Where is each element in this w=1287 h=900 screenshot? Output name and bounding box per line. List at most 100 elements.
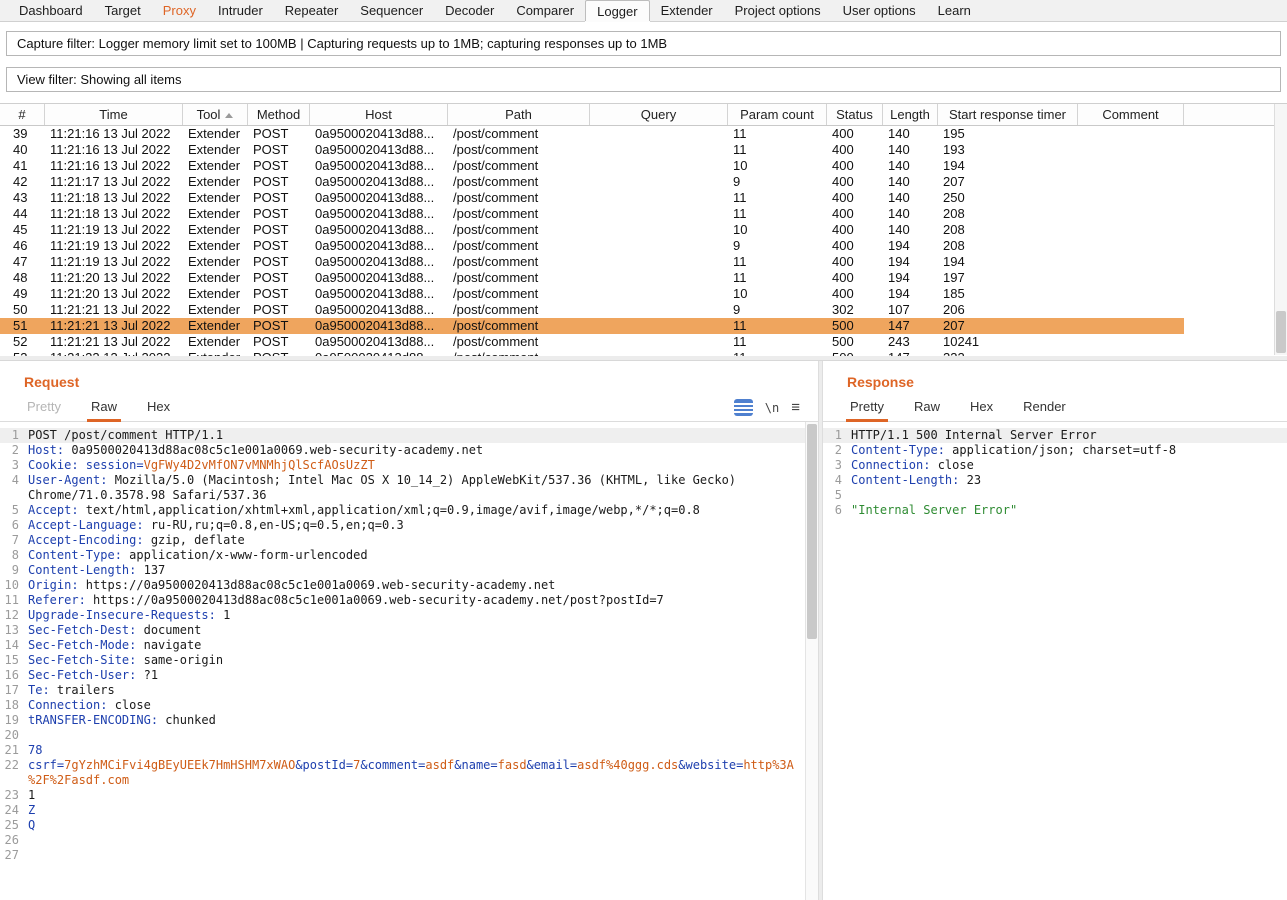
code-line: 3Connection: close bbox=[823, 458, 1287, 473]
response-tab-render[interactable]: Render bbox=[1008, 394, 1081, 421]
line-number: 6 bbox=[0, 518, 28, 533]
log-row-45[interactable]: 4511:21:19 13 Jul 2022ExtenderPOST0a9500… bbox=[0, 222, 1287, 238]
capture-filter-bar[interactable]: Capture filter: Logger memory limit set … bbox=[6, 31, 1281, 56]
request-tab-pretty[interactable]: Pretty bbox=[12, 394, 76, 421]
request-tab-raw[interactable]: Raw bbox=[76, 394, 132, 421]
menu-item-repeater[interactable]: Repeater bbox=[274, 0, 349, 21]
log-row-39[interactable]: 3911:21:16 13 Jul 2022ExtenderPOST0a9500… bbox=[0, 126, 1287, 142]
code-line: 15Sec-Fetch-Site: same-origin bbox=[0, 653, 818, 668]
cell-time: 11:21:16 13 Jul 2022 bbox=[45, 158, 183, 174]
line-number: 5 bbox=[0, 503, 28, 518]
cell-param_count: 9 bbox=[728, 302, 827, 318]
table-scrollbar-thumb[interactable] bbox=[1276, 311, 1286, 353]
cell-query bbox=[590, 302, 728, 318]
column-header-method[interactable]: Method bbox=[248, 104, 310, 125]
newline-toggle-icon[interactable]: \n bbox=[765, 401, 779, 415]
column-header-length[interactable]: Length bbox=[883, 104, 938, 125]
column-header-time[interactable]: Time bbox=[45, 104, 183, 125]
log-row-51[interactable]: 5111:21:21 13 Jul 2022ExtenderPOST0a9500… bbox=[0, 318, 1287, 334]
log-row-42[interactable]: 4211:21:17 13 Jul 2022ExtenderPOST0a9500… bbox=[0, 174, 1287, 190]
cell-param_count: 11 bbox=[728, 142, 827, 158]
menu-item-intruder[interactable]: Intruder bbox=[207, 0, 274, 21]
line-number: 16 bbox=[0, 668, 28, 683]
log-row-49[interactable]: 4911:21:20 13 Jul 2022ExtenderPOST0a9500… bbox=[0, 286, 1287, 302]
log-row-46[interactable]: 4611:21:19 13 Jul 2022ExtenderPOST0a9500… bbox=[0, 238, 1287, 254]
cell-param_count: 11 bbox=[728, 206, 827, 222]
cell-id: 44 bbox=[0, 206, 45, 222]
line-content: Sec-Fetch-Mode: navigate bbox=[28, 638, 818, 653]
column-header-path[interactable]: Path bbox=[448, 104, 590, 125]
menu-item-sequencer[interactable]: Sequencer bbox=[349, 0, 434, 21]
cell-tool: Extender bbox=[183, 270, 248, 286]
cell-comment bbox=[1078, 238, 1184, 254]
menu-item-user-options[interactable]: User options bbox=[832, 0, 927, 21]
code-line: 20 bbox=[0, 728, 818, 743]
menu-item-dashboard[interactable]: Dashboard bbox=[8, 0, 94, 21]
line-content: Z bbox=[28, 803, 818, 818]
menu-item-comparer[interactable]: Comparer bbox=[505, 0, 585, 21]
menu-item-extender[interactable]: Extender bbox=[650, 0, 724, 21]
cell-method: POST bbox=[248, 222, 310, 238]
request-scrollbar[interactable] bbox=[805, 422, 818, 900]
column-header-start-response-timer[interactable]: Start response timer bbox=[938, 104, 1078, 125]
column-header-status[interactable]: Status bbox=[827, 104, 883, 125]
log-row-41[interactable]: 4111:21:16 13 Jul 2022ExtenderPOST0a9500… bbox=[0, 158, 1287, 174]
cell-method: POST bbox=[248, 302, 310, 318]
cell-timer: 207 bbox=[938, 318, 1078, 334]
menu-item-target[interactable]: Target bbox=[94, 0, 152, 21]
log-row-52[interactable]: 5211:21:21 13 Jul 2022ExtenderPOST0a9500… bbox=[0, 334, 1287, 350]
request-scrollbar-thumb[interactable] bbox=[807, 424, 817, 639]
code-line: 5Accept: text/html,application/xhtml+xml… bbox=[0, 503, 818, 518]
cell-query bbox=[590, 334, 728, 350]
line-number: 23 bbox=[0, 788, 28, 803]
cell-tool: Extender bbox=[183, 222, 248, 238]
column-header-comment[interactable]: Comment bbox=[1078, 104, 1184, 125]
column-header-param-count[interactable]: Param count bbox=[728, 104, 827, 125]
table-scrollbar[interactable] bbox=[1274, 104, 1287, 355]
line-content: Content-Type: application/json; charset=… bbox=[851, 443, 1287, 458]
cell-filler bbox=[1184, 142, 1287, 158]
line-content: HTTP/1.1 500 Internal Server Error bbox=[851, 428, 1287, 443]
request-title: Request bbox=[0, 361, 818, 392]
menu-item-decoder[interactable]: Decoder bbox=[434, 0, 505, 21]
log-row-47[interactable]: 4711:21:19 13 Jul 2022ExtenderPOST0a9500… bbox=[0, 254, 1287, 270]
response-tab-pretty[interactable]: Pretty bbox=[835, 394, 899, 421]
editor-menu-icon[interactable]: ≡ bbox=[791, 400, 800, 415]
cell-id: 41 bbox=[0, 158, 45, 174]
request-tab-hex[interactable]: Hex bbox=[132, 394, 185, 421]
response-tab-hex[interactable]: Hex bbox=[955, 394, 1008, 421]
column-header-query[interactable]: Query bbox=[590, 104, 728, 125]
cell-comment bbox=[1078, 350, 1184, 356]
cell-tool: Extender bbox=[183, 350, 248, 356]
table-body[interactable]: 3911:21:16 13 Jul 2022ExtenderPOST0a9500… bbox=[0, 126, 1287, 356]
log-row-44[interactable]: 4411:21:18 13 Jul 2022ExtenderPOST0a9500… bbox=[0, 206, 1287, 222]
line-content: Origin: https://0a9500020413d88ac08c5c1e… bbox=[28, 578, 818, 593]
column-header-host[interactable]: Host bbox=[310, 104, 448, 125]
log-row-43[interactable]: 4311:21:18 13 Jul 2022ExtenderPOST0a9500… bbox=[0, 190, 1287, 206]
cell-time: 11:21:18 13 Jul 2022 bbox=[45, 190, 183, 206]
request-editor[interactable]: 1POST /post/comment HTTP/1.12Host: 0a950… bbox=[0, 422, 818, 900]
cell-time: 11:21:20 13 Jul 2022 bbox=[45, 286, 183, 302]
cell-comment bbox=[1078, 142, 1184, 158]
log-row-50[interactable]: 5011:21:21 13 Jul 2022ExtenderPOST0a9500… bbox=[0, 302, 1287, 318]
view-filter-bar[interactable]: View filter: Showing all items bbox=[6, 67, 1281, 92]
column-header-tool[interactable]: Tool bbox=[183, 104, 248, 125]
response-tab-raw[interactable]: Raw bbox=[899, 394, 955, 421]
format-lines-icon[interactable] bbox=[734, 399, 753, 416]
log-row-48[interactable]: 4811:21:20 13 Jul 2022ExtenderPOST0a9500… bbox=[0, 270, 1287, 286]
cell-tool: Extender bbox=[183, 190, 248, 206]
cell-param_count: 11 bbox=[728, 350, 827, 356]
log-row-40[interactable]: 4011:21:16 13 Jul 2022ExtenderPOST0a9500… bbox=[0, 142, 1287, 158]
cell-host: 0a9500020413d88... bbox=[310, 126, 448, 142]
log-row-53[interactable]: 5311:21:22 13 Jul 2022ExtenderPOST0a9500… bbox=[0, 350, 1287, 356]
menu-item-project-options[interactable]: Project options bbox=[724, 0, 832, 21]
menu-item-logger[interactable]: Logger bbox=[585, 0, 649, 21]
column-header-number[interactable]: # bbox=[0, 104, 45, 125]
cell-method: POST bbox=[248, 254, 310, 270]
line-content: tRANSFER-ENCODING: chunked bbox=[28, 713, 818, 728]
menu-item-proxy[interactable]: Proxy bbox=[152, 0, 207, 21]
response-viewer[interactable]: 1HTTP/1.1 500 Internal Server Error2Cont… bbox=[823, 422, 1287, 900]
cell-timer: 206 bbox=[938, 302, 1078, 318]
menu-item-learn[interactable]: Learn bbox=[927, 0, 982, 21]
cell-timer: 197 bbox=[938, 270, 1078, 286]
